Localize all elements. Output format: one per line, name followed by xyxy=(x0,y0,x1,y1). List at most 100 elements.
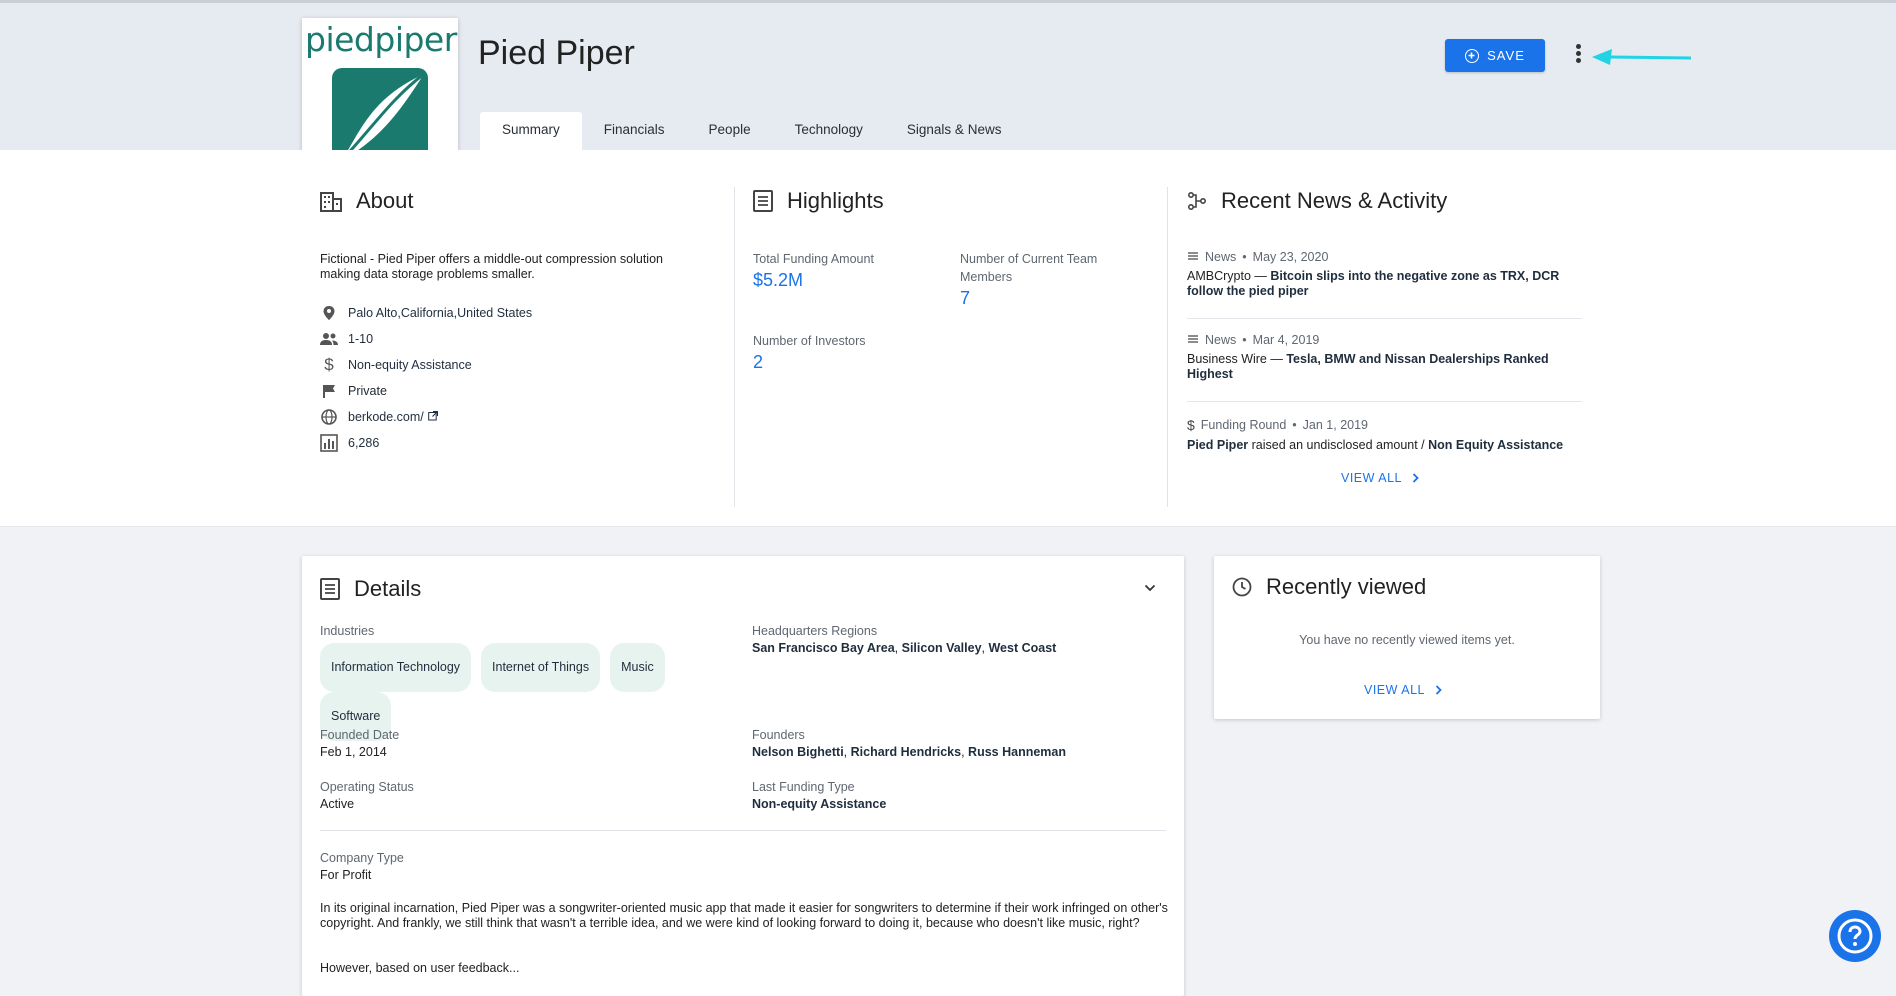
last-funding-field: Last Funding Type Non-equity Assistance xyxy=(752,780,886,811)
news-type: News xyxy=(1205,250,1237,264)
hq-regions-field: Headquarters Regions San Francisco Bay A… xyxy=(752,624,1172,655)
flag-icon xyxy=(320,382,338,400)
location-value[interactable]: Palo Alto,California,United States xyxy=(348,306,532,320)
details-heading: Details xyxy=(320,576,421,602)
details-card: Details Industries Information Technolog… xyxy=(302,556,1184,996)
industry-chip[interactable]: Music xyxy=(610,643,665,692)
company-description: In its original incarnation, Pied Piper … xyxy=(320,901,1168,930)
hq-region[interactable]: Silicon Valley xyxy=(902,641,982,655)
investors-label: Number of Investors xyxy=(753,334,866,348)
save-button[interactable]: SAVE xyxy=(1445,39,1545,72)
hq-label: Headquarters Regions xyxy=(752,624,878,638)
highlights-heading: Highlights xyxy=(753,188,1153,214)
company-type-field: Company Type For Profit xyxy=(320,851,404,882)
funding-round-item[interactable]: $ Funding Round • Jan 1, 2019 Pied Piper… xyxy=(1187,417,1582,453)
news-source: AMBCrypto xyxy=(1187,269,1251,283)
team-label-line1: Number of Current Team xyxy=(960,252,1098,266)
highlights-title: Highlights xyxy=(787,188,884,213)
employees-row: 1-10 xyxy=(320,326,532,352)
last-funding-value[interactable]: Non-equity Assistance xyxy=(752,797,886,811)
arrow-annotation-icon xyxy=(1592,49,1692,65)
add-circle-icon xyxy=(1465,48,1480,63)
about-facts: Palo Alto,California,United States 1-10 … xyxy=(320,300,532,456)
about-description: Fictional - Pied Piper offers a middle-o… xyxy=(320,252,663,281)
help-button[interactable] xyxy=(1829,910,1881,962)
website-link[interactable]: berkode.com/ xyxy=(348,410,424,424)
funding-type-value[interactable]: Non-equity Assistance xyxy=(348,358,472,372)
external-link-icon[interactable] xyxy=(427,410,438,424)
news-type: Funding Round xyxy=(1200,418,1287,432)
highlights-section: Highlights Total Funding Amount $5.2M Nu… xyxy=(753,188,1153,372)
newspaper-icon xyxy=(1188,252,1198,260)
status-label: Operating Status xyxy=(320,780,414,794)
funding-org[interactable]: Pied Piper xyxy=(1187,438,1248,452)
divider xyxy=(1187,318,1582,319)
summary-panel: About Fictional - Pied Piper offers a mi… xyxy=(0,150,1896,527)
news-title: Recent News & Activity xyxy=(1221,188,1448,213)
recently-viewed-view-all-link[interactable]: VIEW ALL xyxy=(1364,683,1442,697)
rank-value[interactable]: 6,286 xyxy=(348,436,379,450)
company-name: Pied Piper xyxy=(478,34,635,72)
location-row: Palo Alto,California,United States xyxy=(320,300,532,326)
company-type-label: Company Type xyxy=(320,851,404,865)
people-icon xyxy=(320,330,338,348)
founded-date-field: Founded Date Feb 1, 2014 xyxy=(320,728,399,759)
total-funding: Total Funding Amount $5.2M xyxy=(753,250,943,291)
activity-icon xyxy=(1187,191,1207,211)
newspaper-icon xyxy=(1188,335,1198,343)
tab-signals-news[interactable]: Signals & News xyxy=(885,112,1024,150)
document-list-icon xyxy=(753,190,773,212)
document-list-icon xyxy=(320,578,340,600)
rank-row: 6,286 xyxy=(320,430,532,456)
industries-field: Industries Information Technology Interne… xyxy=(320,624,720,741)
operating-status-field: Operating Status Active xyxy=(320,780,414,811)
chevron-right-icon xyxy=(1412,473,1419,483)
industry-chip[interactable]: Information Technology xyxy=(320,643,472,692)
founders-field: Founders Nelson Bighetti, Richard Hendri… xyxy=(752,728,1172,759)
help-icon xyxy=(1837,918,1873,954)
company-description-more: However, based on user feedback... xyxy=(320,961,520,975)
team-value[interactable]: 7 xyxy=(960,288,1150,309)
hq-region[interactable]: San Francisco Bay Area xyxy=(752,641,895,655)
divider xyxy=(1187,401,1582,402)
founder-link[interactable]: Nelson Bighetti xyxy=(752,745,844,759)
divider xyxy=(1167,187,1168,507)
view-all-label: VIEW ALL xyxy=(1364,683,1425,697)
news-heading: Recent News & Activity xyxy=(1187,188,1587,214)
bar-chart-icon xyxy=(320,434,338,452)
industry-chip[interactable]: Internet of Things xyxy=(481,643,601,692)
save-label: SAVE xyxy=(1487,48,1525,63)
founded-label: Founded Date xyxy=(320,728,400,742)
tab-technology[interactable]: Technology xyxy=(773,112,885,150)
last-funding-label: Last Funding Type xyxy=(752,780,855,794)
status-value: Active xyxy=(320,797,355,811)
tab-people[interactable]: People xyxy=(687,112,773,150)
founder-link[interactable]: Richard Hendricks xyxy=(851,745,961,759)
news-item[interactable]: News • May 23, 2020 AMBCrypto — Bitcoin … xyxy=(1187,250,1582,299)
total-funding-value[interactable]: $5.2M xyxy=(753,270,943,291)
tab-summary[interactable]: Summary xyxy=(480,112,582,150)
divider xyxy=(734,187,735,507)
founder-link[interactable]: Russ Hanneman xyxy=(968,745,1066,759)
investors-value[interactable]: 2 xyxy=(753,352,943,373)
ownership-row: Private xyxy=(320,378,532,404)
news-item[interactable]: News • Mar 4, 2019 Business Wire — Tesla… xyxy=(1187,333,1582,382)
news-date: Mar 4, 2019 xyxy=(1252,333,1320,347)
website-row: berkode.com/ xyxy=(320,404,532,430)
more-options-icon[interactable] xyxy=(1570,42,1586,70)
news-view-all-link[interactable]: VIEW ALL xyxy=(1341,471,1419,485)
industries-label: Industries xyxy=(320,624,375,638)
founded-value: Feb 1, 2014 xyxy=(320,745,387,759)
chevron-down-icon[interactable] xyxy=(1144,584,1156,592)
about-title: About xyxy=(356,188,414,213)
about-section: About Fictional - Pied Piper offers a mi… xyxy=(320,188,700,452)
view-all-label: VIEW ALL xyxy=(1341,471,1402,485)
funding-round-type[interactable]: Non Equity Assistance xyxy=(1428,438,1563,452)
funding-type-row: $ Non-equity Assistance xyxy=(320,352,532,378)
clock-icon xyxy=(1232,577,1252,597)
employees-value[interactable]: 1-10 xyxy=(348,332,373,346)
tab-financials[interactable]: Financials xyxy=(582,112,687,150)
news-date: Jan 1, 2019 xyxy=(1302,418,1369,432)
hq-region[interactable]: West Coast xyxy=(988,641,1056,655)
news-type: News xyxy=(1205,333,1237,347)
